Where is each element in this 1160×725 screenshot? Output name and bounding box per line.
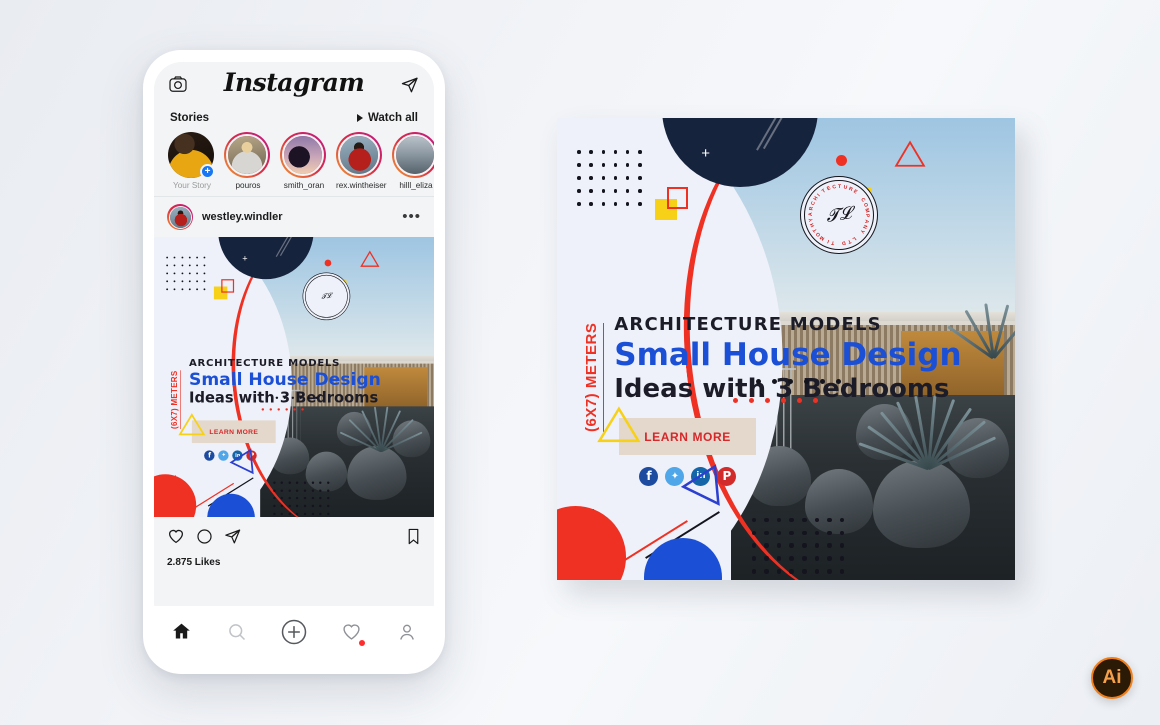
instagram-header: Instagram [154, 62, 434, 110]
story-item-smith-oran[interactable]: smith_oran [280, 132, 328, 190]
poster-title: Small House Design [614, 337, 962, 374]
dot-grid [166, 256, 211, 297]
red-triangle-icon [894, 139, 926, 169]
post-username[interactable]: westley.windler [202, 211, 393, 223]
facebook-icon[interactable]: f [639, 466, 659, 486]
post-image[interactable]: + 𝓣𝓛 (6X7) METERS ARCHITECTURE MODELS Sm… [154, 237, 434, 517]
post-image-artwork: + 𝓣𝓛 (6X7) METERS ARCHITECTURE MODELS Sm… [154, 237, 434, 517]
dot-grid [577, 150, 650, 215]
bottom-tabbar [154, 606, 434, 662]
story-label: smith_oran [283, 181, 325, 190]
story-label: hilll_eliza [399, 181, 433, 190]
activity-notification-dot [359, 640, 366, 646]
story-label: pouros [235, 181, 261, 190]
play-triangle-icon [356, 114, 363, 122]
search-icon[interactable] [227, 622, 247, 647]
watch-all-button[interactable]: Watch all [356, 112, 418, 124]
avatar [169, 206, 191, 228]
yellow-triangle-icon [596, 404, 642, 446]
story-avatar-ring [336, 132, 382, 178]
poster-headings: ARCHITECTURE MODELS Small House Design I… [614, 314, 961, 404]
avatar [396, 136, 434, 174]
story-item-pouros[interactable]: pouros [224, 132, 272, 190]
story-item-rex-wintheiser[interactable]: rex.wintheiser [336, 132, 387, 190]
stamp-signature: 𝓣𝓛 [824, 203, 853, 227]
black-dot-row [756, 379, 842, 385]
stories-list: + Your Story pouros smith_oran rex.winth… [154, 128, 434, 196]
phone-screen: Instagram Stories Watch all + Your Story… [154, 62, 434, 614]
company-stamp: ARCHITECTURE COMPANY LTD TIMOTHY 𝓣𝓛 [799, 175, 878, 255]
more-options-icon[interactable]: ••• [402, 209, 421, 224]
activity-icon[interactable] [341, 621, 366, 647]
add-post-icon[interactable] [281, 619, 307, 650]
red-triangle-icon [359, 250, 380, 268]
red-dot-row [733, 397, 819, 403]
poster-title: Small House Design [189, 369, 381, 390]
add-story-icon[interactable]: + [200, 164, 215, 179]
bookmark-icon[interactable] [406, 528, 421, 550]
stories-bar: Stories Watch all [154, 110, 434, 128]
red-square-outline [221, 279, 235, 293]
facebook-icon[interactable]: f [204, 450, 215, 461]
home-icon[interactable] [171, 621, 192, 647]
poster-kicker: ARCHITECTURE MODELS [614, 314, 882, 336]
poster-artwork[interactable]: + ARCHITECTURE COMPANY LTD TIMOTHY 𝓣𝓛 (6… [557, 118, 1015, 580]
dot-grid [273, 481, 335, 517]
story-item-hilll-eliza[interactable]: hilll_eliza [392, 132, 434, 190]
likes-count: 2.875 Likes [154, 552, 434, 576]
story-label: rex.wintheiser [336, 181, 387, 190]
twitter-icon[interactable]: ✦ [218, 450, 229, 461]
instagram-logo: Instagram [223, 68, 365, 97]
paper-plane-icon[interactable] [400, 76, 419, 99]
avatar [228, 136, 266, 174]
story-avatar-ring: + [168, 132, 215, 179]
story-item-your-story[interactable]: + Your Story [168, 132, 216, 190]
plus-icon: + [242, 253, 248, 264]
company-stamp: 𝓣𝓛 [302, 272, 351, 321]
story-avatar-ring [392, 132, 434, 178]
stories-title: Stories [170, 112, 209, 124]
plus-icon: + [701, 144, 711, 162]
story-avatar-ring [224, 132, 270, 178]
poster-canvas: + ARCHITECTURE COMPANY LTD TIMOTHY 𝓣𝓛 (6… [557, 118, 1015, 580]
profile-icon[interactable] [397, 622, 417, 647]
black-dot-row [275, 396, 318, 400]
story-label: Your Story [173, 181, 211, 190]
story-avatar-ring [280, 132, 326, 178]
avatar [340, 136, 378, 174]
share-icon[interactable] [224, 528, 241, 550]
poster-artwork-mini: + 𝓣𝓛 (6X7) METERS ARCHITECTURE MODELS Sm… [154, 237, 434, 517]
yellow-triangle-icon [178, 412, 206, 437]
avatar [284, 136, 322, 174]
phone-mockup: Instagram Stories Watch all + Your Story… [143, 50, 445, 674]
comment-icon[interactable] [196, 528, 213, 550]
post-header: westley.windler ••• [154, 196, 434, 237]
red-square-outline [666, 187, 688, 209]
adobe-illustrator-badge: Ai [1091, 657, 1133, 699]
red-dot-row [261, 407, 304, 411]
post-actions [154, 517, 434, 552]
dot-grid [751, 517, 853, 580]
watch-all-label: Watch all [367, 112, 418, 124]
poster-kicker: ARCHITECTURE MODELS [189, 357, 341, 369]
heart-icon[interactable] [167, 527, 185, 550]
post-avatar[interactable] [167, 204, 193, 230]
stamp-signature: 𝓣𝓛 [320, 291, 332, 301]
